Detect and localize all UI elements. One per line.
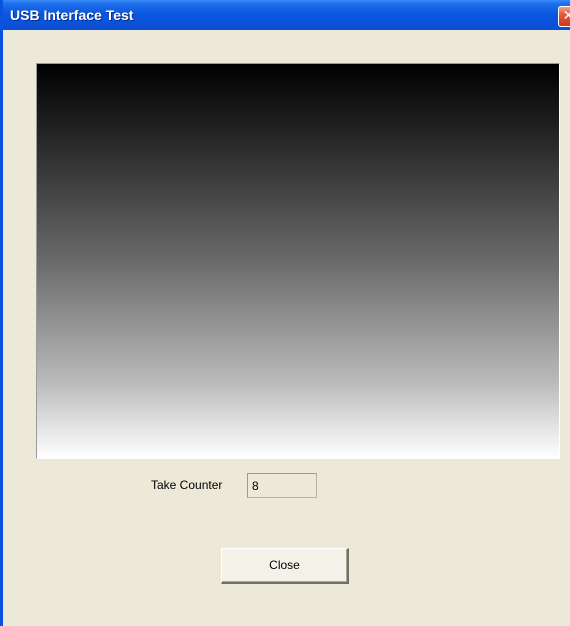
title-bar[interactable]: USB Interface Test ✕: [3, 0, 570, 30]
dialog-window: USB Interface Test ✕ Take Counter 8 Clos…: [0, 0, 570, 626]
window-title: USB Interface Test: [10, 7, 134, 23]
take-counter-label: Take Counter: [151, 478, 223, 492]
image-display-area: [36, 63, 560, 459]
window-close-icon[interactable]: ✕: [558, 6, 570, 27]
take-counter-field: 8: [247, 473, 317, 498]
close-button[interactable]: Close: [221, 548, 349, 584]
